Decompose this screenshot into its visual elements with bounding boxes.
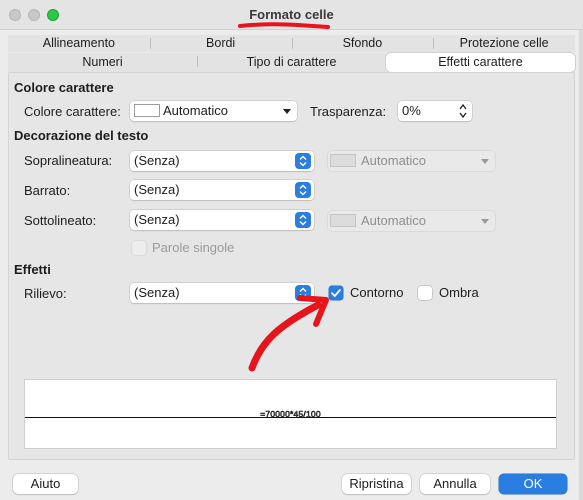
title-bar: Formato celle <box>0 0 583 30</box>
window-edge <box>579 30 583 500</box>
help-button[interactable]: Aiuto <box>13 474 78 494</box>
chevron-down-icon <box>283 109 291 114</box>
effects-section-title: Effetti <box>14 262 51 277</box>
window-title: Formato celle <box>249 7 334 22</box>
shadow-checkbox[interactable] <box>418 286 432 300</box>
tab-alignment[interactable]: Allineamento <box>8 35 150 52</box>
transparency-value: 0% <box>402 103 421 118</box>
font-color-dropdown[interactable]: Automatico <box>130 101 297 121</box>
tab-borders[interactable]: Bordi <box>149 35 292 52</box>
overline-value: (Senza) <box>134 153 180 168</box>
red-underline-annotation <box>238 22 330 29</box>
single-words-checkbox[interactable] <box>132 241 146 255</box>
tab-row-top: Allineamento Bordi Sfondo Protezione cel… <box>8 35 575 52</box>
strikethrough-dropdown[interactable]: (Senza) <box>130 180 314 200</box>
shadow-label: Ombra <box>439 285 479 300</box>
color-swatch <box>330 154 356 167</box>
strikethrough-value: (Senza) <box>134 182 180 197</box>
overline-color-value: Automatico <box>361 153 427 168</box>
chevron-down-icon <box>481 159 489 164</box>
text-decoration-section-title: Decorazione del testo <box>14 128 149 143</box>
underline-dropdown[interactable]: (Senza) <box>130 210 314 230</box>
strikethrough-label: Barrato: <box>24 183 71 198</box>
underline-color-value: Automatico <box>361 213 427 228</box>
underline-color-dropdown: Automatico <box>328 211 495 231</box>
font-effects-panel: Colore carattere Colore carattere: Autom… <box>8 72 575 460</box>
preview-text: =70000*45/100 <box>260 409 321 420</box>
outline-label: Contorno <box>350 285 404 300</box>
font-color-label: Colore carattere: <box>24 104 121 119</box>
overline-color-dropdown: Automatico <box>328 151 495 171</box>
chevron-down-icon <box>481 219 489 224</box>
popup-button-icon <box>295 182 311 198</box>
tab-font-effects[interactable]: Effetti carattere <box>386 53 575 72</box>
tab-font[interactable]: Tipo di carattere <box>197 53 386 72</box>
red-arrow-annotation <box>248 295 329 372</box>
stepper-arrows-icon[interactable] <box>458 103 468 119</box>
overline-dropdown[interactable]: (Senza) <box>130 151 314 171</box>
single-words-label: Parole singole <box>152 240 235 255</box>
relief-label: Rilievo: <box>24 286 67 301</box>
cancel-button[interactable]: Annulla <box>420 474 490 494</box>
reset-button[interactable]: Ripristina <box>342 474 411 494</box>
underline-value: (Senza) <box>134 212 180 227</box>
tab-cell-protection[interactable]: Protezione celle <box>433 35 575 52</box>
transparency-spinbox[interactable]: 0% <box>398 101 472 121</box>
color-swatch <box>134 104 160 117</box>
tab-row-bottom: Numeri Tipo di carattere Effetti caratte… <box>8 53 575 72</box>
preview-box: =70000*45/100 <box>24 379 557 449</box>
popup-button-icon <box>295 212 311 228</box>
tab-numbers[interactable]: Numeri <box>8 53 197 72</box>
ok-button[interactable]: OK <box>499 474 567 494</box>
transparency-label: Trasparenza: <box>310 104 387 119</box>
font-color-value: Automatico <box>163 103 229 118</box>
color-swatch <box>330 214 356 227</box>
font-color-section-title: Colore carattere <box>14 80 114 95</box>
tab-background[interactable]: Sfondo <box>291 35 434 52</box>
relief-value: (Senza) <box>134 285 180 300</box>
popup-button-icon <box>295 153 311 169</box>
underline-label: Sottolineato: <box>24 213 97 228</box>
overline-label: Sopralineatura: <box>24 153 113 168</box>
